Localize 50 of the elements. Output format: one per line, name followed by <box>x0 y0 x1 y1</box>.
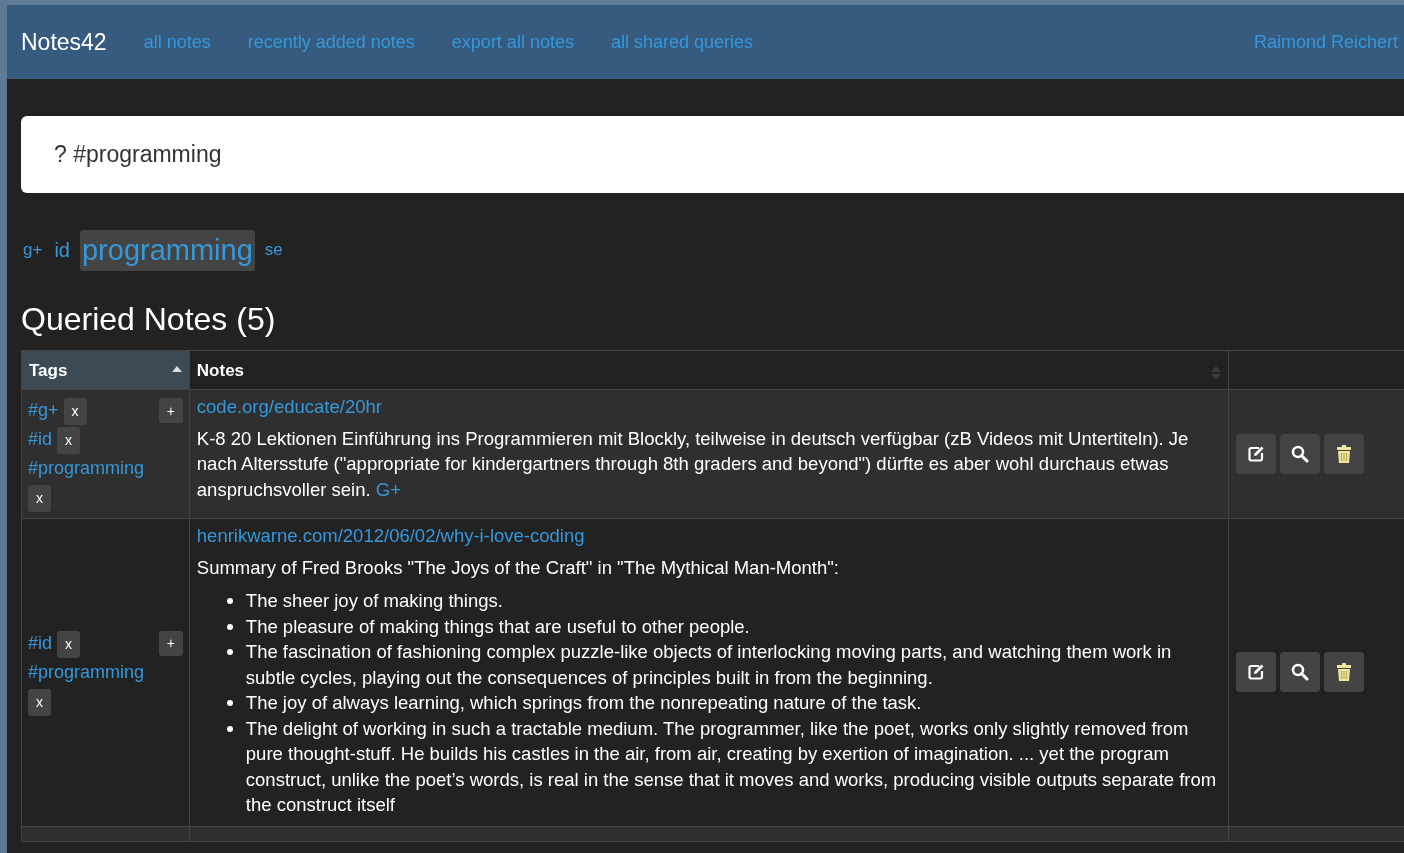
tag-link[interactable]: #programming <box>28 458 145 478</box>
list-item: The pleasure of making things that are useful to other people. <box>245 614 750 639</box>
remove-tag-button[interactable]: x <box>28 688 51 716</box>
remove-tag-button[interactable]: x <box>28 484 51 512</box>
column-header[interactable]: Notes <box>189 350 1229 390</box>
edit-button[interactable] <box>1236 434 1277 474</box>
list-item: The joy of always learning, which springs from the nonrepeating nature of the task. <box>245 691 922 715</box>
list-item: The delight of working in such a tractable medium. The programmer, like the poet, works only slightly removed from pure thought-stuff. He builds his castles in the air, from air, creating by exertion of imagination. ... yet the program construct, unlike the poet’s words, is real in the sense that it moves and works, producing visible outputs separate from the construct itself <box>245 716 1218 817</box>
source-link[interactable]: G+ <box>375 478 401 500</box>
note-text: Summary of Fred Brooks "The Joys of the Craft" in "The Mythical Man-Month": <box>196 555 840 580</box>
edit-button[interactable] <box>1236 652 1277 693</box>
trash-icon <box>1336 663 1353 682</box>
add-tag-button[interactable]: + <box>158 630 183 656</box>
bullet-icon <box>226 623 233 630</box>
remove-tag-button[interactable]: x <box>57 630 81 658</box>
search-button[interactable] <box>1280 652 1321 693</box>
tag-link[interactable]: #g+ <box>28 400 59 420</box>
remove-tag-button[interactable]: x <box>63 397 87 425</box>
sort-ascending-icon <box>171 365 182 372</box>
bullet-icon <box>226 700 233 706</box>
list-item: The sheer joy of making things. <box>245 589 503 613</box>
search-icon <box>1291 663 1310 682</box>
brand-link[interactable]: Notes42 <box>21 28 107 56</box>
tag-link[interactable]: #id <box>28 632 53 653</box>
note-text: K-8 20 Lektionen Einführung ins Programmieren mit Blockly, teilweise in deutsch verfügbar (zB Videos mit Untertiteln). Je nach Altersstufe ("appropriate for kindergartners through 8th graders and beyond") dürfte es aber wohl durchaus etwas anspruchsvoller sein. G+ <box>196 426 1190 502</box>
tag-link[interactable]: se <box>262 240 285 260</box>
search-field[interactable]: ? #programming <box>21 116 1404 193</box>
column-header[interactable]: Tags <box>21 350 190 390</box>
edit-icon <box>1247 445 1266 463</box>
tag-link[interactable]: #programming <box>28 661 145 682</box>
tag-link[interactable]: #id <box>28 429 53 449</box>
section-heading: Queried Notes (5) <box>21 301 277 338</box>
add-tag-button[interactable]: + <box>158 398 183 423</box>
note-link[interactable]: henrikwarne.com/2012/06/02/why-i-love-coding <box>196 523 1222 549</box>
tag-link[interactable]: id <box>52 238 72 262</box>
tag-link[interactable]: g+ <box>21 240 45 260</box>
trash-icon <box>1336 445 1353 463</box>
search-icon <box>1291 445 1310 463</box>
bullet-icon <box>226 598 233 604</box>
bullet-icon <box>226 649 233 655</box>
sort-icon <box>1211 365 1222 380</box>
list-item: The fascination of fashioning complex puzzle-like objects of interlocking moving parts, and watching them work in subtle cycles, playing out the consequences of principles built in from the beginning. <box>245 640 1173 690</box>
edit-icon <box>1247 663 1266 682</box>
tag-link[interactable]: programming <box>79 229 255 271</box>
bullet-icon <box>226 725 233 732</box>
note-link[interactable]: code.org/educate/20hr <box>196 394 1222 420</box>
delete-button[interactable] <box>1324 652 1365 693</box>
search-button[interactable] <box>1280 434 1321 474</box>
delete-button[interactable] <box>1324 434 1365 474</box>
remove-tag-button[interactable]: x <box>57 426 81 454</box>
